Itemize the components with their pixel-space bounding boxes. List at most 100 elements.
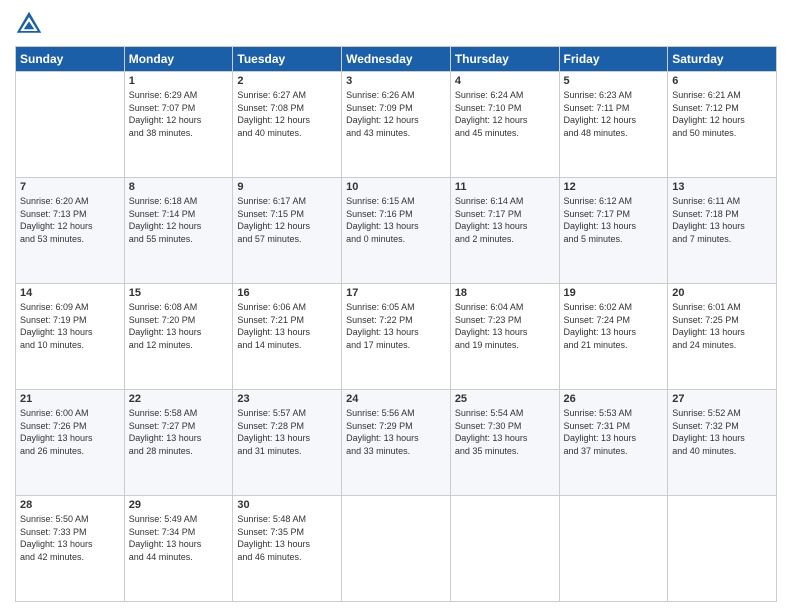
day-number: 5 — [564, 75, 664, 87]
calendar-cell: 7Sunrise: 6:20 AM Sunset: 7:13 PM Daylig… — [16, 178, 125, 284]
day-number: 29 — [129, 499, 229, 511]
day-info: Sunrise: 6:04 AM Sunset: 7:23 PM Dayligh… — [455, 301, 555, 351]
day-number: 26 — [564, 393, 664, 405]
calendar-cell — [16, 72, 125, 178]
day-info: Sunrise: 6:24 AM Sunset: 7:10 PM Dayligh… — [455, 89, 555, 139]
calendar-cell — [450, 496, 559, 602]
calendar-cell: 29 Sunrise: 5:49 AM Sunset: 7:34 PM Dayli… — [124, 496, 233, 602]
day-number: 1 — [129, 75, 229, 87]
weekday-header-row: SundayMondayTuesdayWednesdayThursdayFrid… — [16, 47, 777, 72]
calendar-cell: 23 Sunrise: 5:57 AM Sunset: 7:28 PM Dayli… — [233, 390, 342, 496]
calendar-cell: 21 Sunrise: 6:00 AM Sunset: 7:26 PM Dayli… — [16, 390, 125, 496]
day-info: Sunrise: 6:29 AM Sunset: 7:07 PM Dayligh… — [129, 89, 229, 139]
day-info: Sunrise: 5:52 AM Sunset: 7:32 PM Dayligh… — [672, 407, 772, 457]
day-info: Sunrise: 5:48 AM Sunset: 7:35 PM Dayligh… — [237, 513, 337, 563]
day-number: 17 — [346, 287, 446, 299]
day-info: Sunrise: 6:08 AM Sunset: 7:20 PM Dayligh… — [129, 301, 229, 351]
day-number: 16 — [237, 287, 337, 299]
day-number: 24 — [346, 393, 446, 405]
calendar-cell: 14 Sunrise: 6:09 AM Sunset: 7:19 PM Dayli… — [16, 284, 125, 390]
day-number: 9 — [237, 181, 337, 193]
day-number: 12 — [564, 181, 664, 193]
calendar-cell: 17Sunrise: 6:05 AM Sunset: 7:22 PM Dayli… — [342, 284, 451, 390]
day-info: Sunrise: 6:14 AM Sunset: 7:17 PM Dayligh… — [455, 195, 555, 245]
day-info: Sunrise: 5:54 AM Sunset: 7:30 PM Dayligh… — [455, 407, 555, 457]
calendar-cell — [342, 496, 451, 602]
day-info: Sunrise: 6:11 AM Sunset: 7:18 PM Dayligh… — [672, 195, 772, 245]
day-number: 3 — [346, 75, 446, 87]
day-number: 27 — [672, 393, 772, 405]
calendar-cell: 30 Sunrise: 5:48 AM Sunset: 7:35 PM Dayli… — [233, 496, 342, 602]
weekday-header-thursday: Thursday — [450, 47, 559, 72]
day-info: Sunrise: 5:56 AM Sunset: 7:29 PM Dayligh… — [346, 407, 446, 457]
calendar-cell: 16 Sunrise: 6:06 AM Sunset: 7:21 PM Dayli… — [233, 284, 342, 390]
day-number: 23 — [237, 393, 337, 405]
page: SundayMondayTuesdayWednesdayThursdayFrid… — [0, 0, 792, 612]
calendar-cell: 11 Sunrise: 6:14 AM Sunset: 7:17 PM Dayli… — [450, 178, 559, 284]
day-number: 6 — [672, 75, 772, 87]
day-info: Sunrise: 6:26 AM Sunset: 7:09 PM Dayligh… — [346, 89, 446, 139]
day-info: Sunrise: 6:01 AM Sunset: 7:25 PM Dayligh… — [672, 301, 772, 351]
calendar-cell: 24 Sunrise: 5:56 AM Sunset: 7:29 PM Dayli… — [342, 390, 451, 496]
week-row-4: 21 Sunrise: 6:00 AM Sunset: 7:26 PM Dayli… — [16, 390, 777, 496]
week-row-5: 28 Sunrise: 5:50 AM Sunset: 7:33 PM Dayli… — [16, 496, 777, 602]
day-number: 8 — [129, 181, 229, 193]
calendar-cell: 28 Sunrise: 5:50 AM Sunset: 7:33 PM Dayli… — [16, 496, 125, 602]
calendar-cell: 26 Sunrise: 5:53 AM Sunset: 7:31 PM Dayli… — [559, 390, 668, 496]
calendar-cell: 6 Sunrise: 6:21 AM Sunset: 7:12 PM Daylig… — [668, 72, 777, 178]
day-info: Sunrise: 6:00 AM Sunset: 7:26 PM Dayligh… — [20, 407, 120, 457]
calendar-cell: 22 Sunrise: 5:58 AM Sunset: 7:27 PM Dayli… — [124, 390, 233, 496]
calendar-cell: 13 Sunrise: 6:11 AM Sunset: 7:18 PM Dayli… — [668, 178, 777, 284]
day-info: Sunrise: 6:15 AM Sunset: 7:16 PM Dayligh… — [346, 195, 446, 245]
day-number: 28 — [20, 499, 120, 511]
day-info: Sunrise: 6:27 AM Sunset: 7:08 PM Dayligh… — [237, 89, 337, 139]
day-number: 14 — [20, 287, 120, 299]
calendar-cell: 8 Sunrise: 6:18 AM Sunset: 7:14 PM Daylig… — [124, 178, 233, 284]
weekday-header-monday: Monday — [124, 47, 233, 72]
calendar-cell — [668, 496, 777, 602]
day-info: Sunrise: 5:58 AM Sunset: 7:27 PM Dayligh… — [129, 407, 229, 457]
week-row-2: 7Sunrise: 6:20 AM Sunset: 7:13 PM Daylig… — [16, 178, 777, 284]
calendar-cell: 5 Sunrise: 6:23 AM Sunset: 7:11 PM Daylig… — [559, 72, 668, 178]
day-number: 13 — [672, 181, 772, 193]
day-info: Sunrise: 6:06 AM Sunset: 7:21 PM Dayligh… — [237, 301, 337, 351]
calendar-cell: 9Sunrise: 6:17 AM Sunset: 7:15 PM Daylig… — [233, 178, 342, 284]
calendar-cell: 20Sunrise: 6:01 AM Sunset: 7:25 PM Dayli… — [668, 284, 777, 390]
calendar-cell: 10 Sunrise: 6:15 AM Sunset: 7:16 PM Dayli… — [342, 178, 451, 284]
calendar-cell: 27 Sunrise: 5:52 AM Sunset: 7:32 PM Dayli… — [668, 390, 777, 496]
day-number: 11 — [455, 181, 555, 193]
day-number: 30 — [237, 499, 337, 511]
weekday-header-sunday: Sunday — [16, 47, 125, 72]
calendar-cell: 15Sunrise: 6:08 AM Sunset: 7:20 PM Dayli… — [124, 284, 233, 390]
day-number: 21 — [20, 393, 120, 405]
calendar-cell — [559, 496, 668, 602]
day-number: 19 — [564, 287, 664, 299]
day-info: Sunrise: 6:02 AM Sunset: 7:24 PM Dayligh… — [564, 301, 664, 351]
day-number: 22 — [129, 393, 229, 405]
weekday-header-friday: Friday — [559, 47, 668, 72]
calendar-table: SundayMondayTuesdayWednesdayThursdayFrid… — [15, 46, 777, 602]
day-number: 4 — [455, 75, 555, 87]
logo — [15, 10, 47, 38]
day-number: 2 — [237, 75, 337, 87]
calendar-cell: 25Sunrise: 5:54 AM Sunset: 7:30 PM Dayli… — [450, 390, 559, 496]
weekday-header-wednesday: Wednesday — [342, 47, 451, 72]
calendar-cell: 2 Sunrise: 6:27 AM Sunset: 7:08 PM Daylig… — [233, 72, 342, 178]
day-info: Sunrise: 5:57 AM Sunset: 7:28 PM Dayligh… — [237, 407, 337, 457]
week-row-3: 14 Sunrise: 6:09 AM Sunset: 7:19 PM Dayli… — [16, 284, 777, 390]
day-number: 18 — [455, 287, 555, 299]
calendar-cell: 18 Sunrise: 6:04 AM Sunset: 7:23 PM Dayli… — [450, 284, 559, 390]
weekday-header-saturday: Saturday — [668, 47, 777, 72]
calendar-cell: 12Sunrise: 6:12 AM Sunset: 7:17 PM Dayli… — [559, 178, 668, 284]
day-info: Sunrise: 6:21 AM Sunset: 7:12 PM Dayligh… — [672, 89, 772, 139]
day-info: Sunrise: 5:53 AM Sunset: 7:31 PM Dayligh… — [564, 407, 664, 457]
day-info: Sunrise: 5:49 AM Sunset: 7:34 PM Dayligh… — [129, 513, 229, 563]
day-info: Sunrise: 6:18 AM Sunset: 7:14 PM Dayligh… — [129, 195, 229, 245]
day-info: Sunrise: 5:50 AM Sunset: 7:33 PM Dayligh… — [20, 513, 120, 563]
day-number: 10 — [346, 181, 446, 193]
day-info: Sunrise: 6:23 AM Sunset: 7:11 PM Dayligh… — [564, 89, 664, 139]
calendar-cell: 1 Sunrise: 6:29 AM Sunset: 7:07 PM Daylig… — [124, 72, 233, 178]
day-info: Sunrise: 6:09 AM Sunset: 7:19 PM Dayligh… — [20, 301, 120, 351]
day-number: 7 — [20, 181, 120, 193]
week-row-1: 1 Sunrise: 6:29 AM Sunset: 7:07 PM Daylig… — [16, 72, 777, 178]
